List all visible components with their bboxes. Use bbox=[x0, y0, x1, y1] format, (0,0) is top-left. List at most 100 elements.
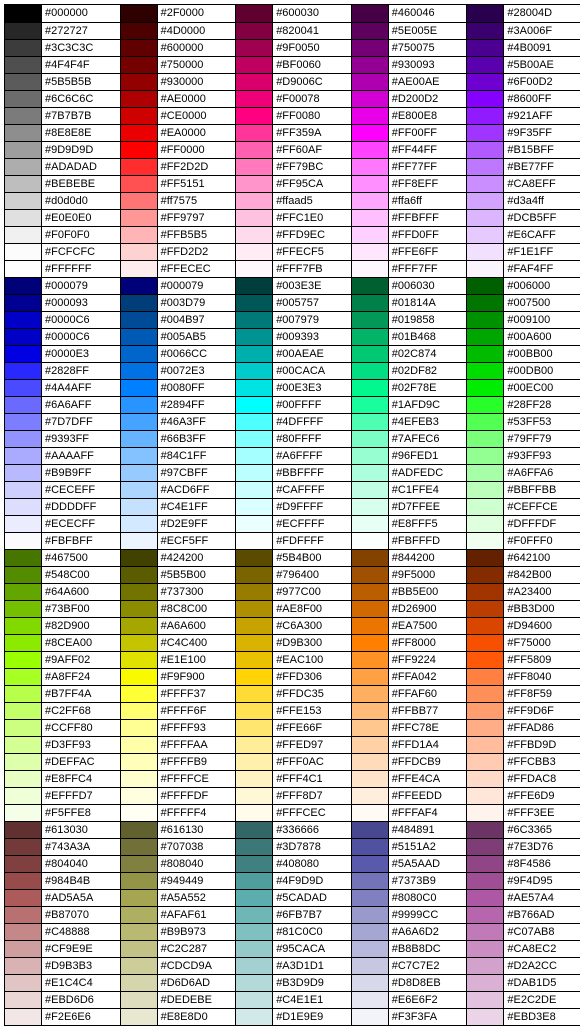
color-hex-label: #BF0060 bbox=[273, 57, 352, 73]
color-hex-label: #C4C400 bbox=[158, 635, 237, 651]
color-cell: #FBFFFD bbox=[352, 532, 468, 549]
color-swatch bbox=[467, 907, 504, 923]
color-swatch bbox=[352, 278, 389, 294]
color-swatch bbox=[5, 448, 42, 464]
color-swatch bbox=[467, 703, 504, 719]
color-swatch bbox=[5, 91, 42, 107]
color-hex-label: #A8FF24 bbox=[42, 669, 121, 685]
color-swatch bbox=[236, 567, 273, 583]
color-cell: #0066CC bbox=[121, 345, 237, 362]
color-hex-label: #FFAD86 bbox=[504, 720, 580, 736]
color-cell: #AAAAFF bbox=[5, 447, 121, 464]
color-hex-label: #C2FF68 bbox=[42, 703, 121, 719]
color-hex-label: #A6FFA6 bbox=[504, 465, 580, 481]
color-hex-label: #FFBFFF bbox=[389, 210, 468, 226]
color-hex-label: #6C6C6C bbox=[42, 91, 121, 107]
color-swatch bbox=[352, 261, 389, 277]
color-hex-label: #548C00 bbox=[42, 567, 121, 583]
color-cell: #FF2D2D bbox=[121, 158, 237, 175]
color-hex-label: #EFFFD7 bbox=[42, 788, 121, 804]
color-cell: #642100 bbox=[467, 549, 580, 566]
color-hex-label: #D1E9E9 bbox=[273, 1009, 352, 1025]
color-hex-label: #FFC1E0 bbox=[273, 210, 352, 226]
color-cell: #548C00 bbox=[5, 566, 121, 583]
color-hex-label: #336666 bbox=[273, 822, 352, 838]
color-swatch bbox=[5, 40, 42, 56]
color-hex-label: #7373B9 bbox=[389, 873, 468, 889]
color-swatch bbox=[121, 533, 158, 549]
color-cell: #B87070 bbox=[5, 906, 121, 923]
color-cell: #FF95CA bbox=[236, 175, 352, 192]
color-hex-label: #d3a4ff bbox=[504, 193, 580, 209]
color-hex-label: #FFF7FB bbox=[273, 261, 352, 277]
color-swatch bbox=[236, 74, 273, 90]
color-cell: #FFD2D2 bbox=[121, 243, 237, 260]
color-cell: #0000E3 bbox=[5, 345, 121, 362]
color-swatch bbox=[121, 856, 158, 872]
color-swatch bbox=[121, 244, 158, 260]
color-hex-label: #0000C6 bbox=[42, 329, 121, 345]
color-cell: #FF44FF bbox=[352, 141, 468, 158]
color-cell: #FF9224 bbox=[352, 651, 468, 668]
color-hex-label: #019858 bbox=[389, 312, 468, 328]
color-cell: #80FFFF bbox=[236, 430, 352, 447]
color-swatch bbox=[5, 108, 42, 124]
color-cell: #FFD1A4 bbox=[352, 736, 468, 753]
color-cell: #66B3FF bbox=[121, 430, 237, 447]
color-hex-label: #C4E1FF bbox=[158, 499, 237, 515]
color-cell: #EBD6D6 bbox=[5, 991, 121, 1008]
color-cell: #467500 bbox=[5, 549, 121, 566]
color-cell: #7B7B7B bbox=[5, 107, 121, 124]
color-swatch bbox=[121, 754, 158, 770]
color-hex-label: #ACD6FF bbox=[158, 482, 237, 498]
color-hex-label: #750000 bbox=[158, 57, 237, 73]
color-swatch bbox=[236, 618, 273, 634]
color-cell: #CF9E9E bbox=[5, 940, 121, 957]
color-swatch bbox=[5, 839, 42, 855]
color-cell: #FFFFFF bbox=[5, 260, 121, 277]
color-swatch bbox=[5, 975, 42, 991]
color-swatch bbox=[5, 142, 42, 158]
color-hex-label: #ECF5FF bbox=[158, 533, 237, 549]
color-cell: #97CBFF bbox=[121, 464, 237, 481]
color-hex-label: #7D7DFF bbox=[42, 414, 121, 430]
color-cell: #000000 bbox=[5, 5, 121, 22]
color-cell: #3A006F bbox=[467, 22, 580, 39]
color-cell: #C2C287 bbox=[121, 940, 237, 957]
color-hex-label: #FF79BC bbox=[273, 159, 352, 175]
color-cell: #FFFFB9 bbox=[121, 753, 237, 770]
color-cell: #616130 bbox=[121, 821, 237, 838]
color-hex-label: #8080C0 bbox=[389, 890, 468, 906]
color-hex-label: #007500 bbox=[504, 295, 580, 311]
color-cell: #ECF5FF bbox=[121, 532, 237, 549]
color-hex-label: #CECEFF bbox=[42, 482, 121, 498]
color-cell: #CA8EFF bbox=[467, 175, 580, 192]
color-swatch bbox=[5, 669, 42, 685]
color-swatch bbox=[236, 159, 273, 175]
color-swatch bbox=[236, 635, 273, 651]
color-cell: #600000 bbox=[121, 39, 237, 56]
color-hex-label: #02DF82 bbox=[389, 363, 468, 379]
color-cell: #FFD9EC bbox=[236, 226, 352, 243]
color-cell: #E1C4C4 bbox=[5, 974, 121, 991]
color-swatch bbox=[467, 567, 504, 583]
color-swatch bbox=[236, 516, 273, 532]
color-cell: #28004D bbox=[467, 5, 580, 22]
color-hex-label: #000093 bbox=[42, 295, 121, 311]
color-cell: #FF60AF bbox=[236, 141, 352, 158]
color-swatch bbox=[5, 686, 42, 702]
color-swatch bbox=[121, 771, 158, 787]
color-swatch bbox=[236, 839, 273, 855]
color-hex-label: #FF60AF bbox=[273, 142, 352, 158]
color-swatch bbox=[467, 924, 504, 940]
color-hex-label: #0000C6 bbox=[42, 312, 121, 328]
color-cell: #AE00AE bbox=[352, 73, 468, 90]
color-swatch bbox=[467, 346, 504, 362]
color-hex-label: #FFEEDD bbox=[389, 788, 468, 804]
color-hex-label: #FFC78E bbox=[389, 720, 468, 736]
color-hex-label: #FFECEC bbox=[158, 261, 237, 277]
color-cell: #02DF82 bbox=[352, 362, 468, 379]
color-cell: #FF0000 bbox=[121, 141, 237, 158]
color-hex-label: #D7FFEE bbox=[389, 499, 468, 515]
color-hex-label: #9F0050 bbox=[273, 40, 352, 56]
